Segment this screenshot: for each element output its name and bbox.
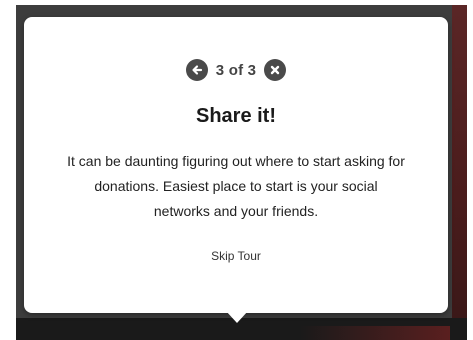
popover-pointer (226, 311, 248, 323)
arrow-left-icon (192, 65, 202, 75)
close-icon (270, 65, 280, 75)
previous-step-button[interactable] (185, 59, 208, 81)
step-counter: 3 of 3 (215, 61, 257, 79)
skip-tour-link[interactable]: Skip Tour (24, 249, 448, 263)
background-bottom-accent (300, 326, 450, 340)
tour-step-nav: 3 of 3 (24, 59, 448, 81)
tour-title: Share it! (195, 105, 277, 127)
tour-description: It can be daunting figuring out where to… (67, 153, 405, 219)
background-accent-strip (452, 5, 467, 325)
close-tour-button[interactable] (264, 59, 287, 81)
tour-popover: 3 of 3 Share it! It can be daunting figu… (24, 17, 448, 313)
